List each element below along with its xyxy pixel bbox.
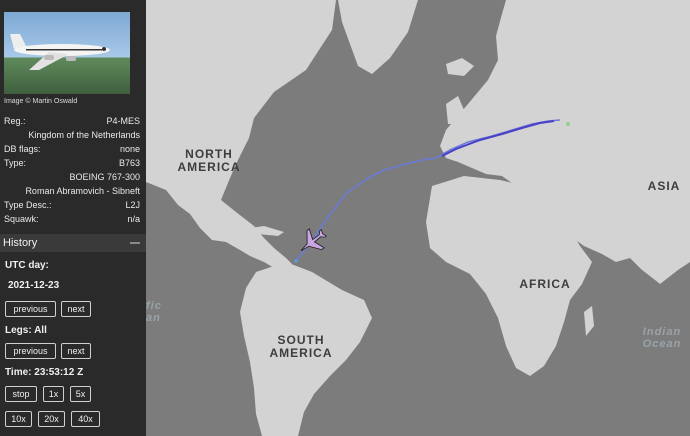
south-america-label-line2: AMERICA xyxy=(269,346,333,360)
db-flags-label: DB flags: xyxy=(4,144,41,154)
world-map xyxy=(146,0,690,436)
time-label: Time: 23:53:12 Z xyxy=(5,367,84,378)
map-view[interactable]: NORTH AMERICA SOUTH AMERICA AFRICA ASIA … xyxy=(146,0,690,436)
history-title: History xyxy=(3,237,38,249)
aircraft-photo-image xyxy=(10,34,110,70)
asia-label: ASIA xyxy=(647,179,681,193)
squawk-row: Squawk: n/a xyxy=(4,213,140,226)
madagascar xyxy=(584,306,594,336)
collapse-icon[interactable] xyxy=(130,242,140,244)
country-value: Kingdom of the Netherlands xyxy=(28,130,140,140)
previous-day-button[interactable]: previous xyxy=(5,301,56,317)
pacific-label-line1: fic xyxy=(146,300,162,312)
iceland-landmass xyxy=(446,58,474,76)
stop-button[interactable]: stop xyxy=(5,386,37,402)
speed-5x-button[interactable]: 5x xyxy=(70,386,91,402)
history-header[interactable]: History xyxy=(0,234,146,252)
previous-leg-button[interactable]: previous xyxy=(5,343,56,359)
speed-10x-button[interactable]: 10x xyxy=(5,411,32,427)
africa-label: AFRICA xyxy=(519,277,571,291)
greenland-landmass xyxy=(338,0,418,74)
legs-label: Legs: All xyxy=(5,325,47,336)
north-america-label: NORTH AMERICA xyxy=(172,148,246,174)
type-label: Type: xyxy=(4,158,27,168)
indian-ocean-label-line2: Ocean xyxy=(642,338,682,350)
speed-1x-button[interactable]: 1x xyxy=(43,386,64,402)
registration-label: Reg.: xyxy=(4,116,26,126)
aircraft-icon xyxy=(300,228,327,251)
speed-40x-button[interactable]: 40x xyxy=(71,411,100,427)
next-leg-button[interactable]: next xyxy=(61,343,91,359)
track-end-marker xyxy=(566,122,570,126)
type-desc-label: Type Desc.: xyxy=(4,200,52,210)
aircraft-info-sidebar: Image © Martin Oswald Reg.: P4-MES Kingd… xyxy=(0,0,146,436)
registration-value: P4-MES xyxy=(106,116,140,126)
db-flags-row: DB flags: none xyxy=(4,143,140,156)
photo-credit: Image © Martin Oswald xyxy=(4,98,78,105)
db-flags-value: none xyxy=(119,144,140,154)
speed-20x-button[interactable]: 20x xyxy=(38,411,65,427)
owner-value: Roman Abramovich - Sibneft xyxy=(25,186,140,196)
utc-day-label: UTC day: xyxy=(5,260,49,271)
indian-ocean-label: Indian Ocean xyxy=(634,326,690,350)
type-desc-value: L2J xyxy=(125,200,140,210)
squawk-value: n/a xyxy=(127,214,140,224)
south-america-label: SOUTH AMERICA xyxy=(264,334,338,360)
indian-ocean-label-line1: Indian xyxy=(642,326,682,338)
aircraft-photo[interactable] xyxy=(4,12,130,94)
north-america-label-line2: AMERICA xyxy=(177,160,241,174)
pacific-label-line2: an xyxy=(146,312,161,324)
type-value: B763 xyxy=(118,158,140,168)
utc-day-value: 2021-12-23 xyxy=(8,280,60,291)
type-desc-row: Type Desc.: L2J xyxy=(4,199,140,212)
track-start-marker xyxy=(294,259,298,263)
type-full-name: BOEING 767-300 xyxy=(69,172,140,182)
squawk-label: Squawk: xyxy=(4,214,39,224)
registration-row: Reg.: P4-MES xyxy=(4,115,140,128)
pacific-ocean-partial-label: fic an xyxy=(146,300,166,324)
type-row: Type: B763 xyxy=(4,157,140,170)
next-day-button[interactable]: next xyxy=(61,301,91,317)
